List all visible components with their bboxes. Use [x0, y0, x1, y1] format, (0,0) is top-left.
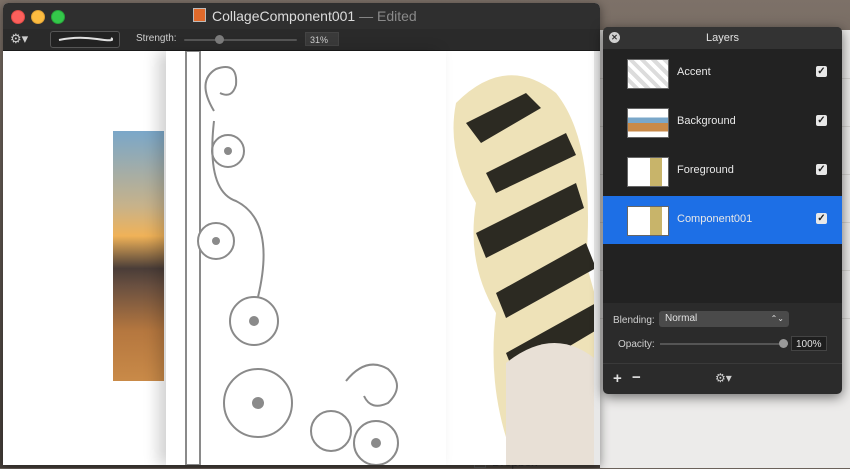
layer-thumbnail	[627, 108, 669, 138]
layer-label: Foreground	[677, 164, 734, 176]
gear-icon[interactable]: ⚙▾	[715, 371, 732, 385]
gear-icon[interactable]: ⚙▾	[10, 31, 28, 47]
chevron-updown-icon: ⌃⌄	[770, 314, 784, 323]
close-icon[interactable]: ✕	[609, 32, 620, 43]
brush-preset-button[interactable]	[50, 31, 120, 48]
layer-thumbnail	[627, 206, 669, 236]
opacity-label: Opacity:	[618, 339, 655, 350]
layer-row-foreground[interactable]: Foreground ✓	[603, 147, 842, 195]
remove-layer-button[interactable]: −	[632, 369, 641, 386]
opacity-slider[interactable]	[660, 343, 788, 345]
canvas-edge	[594, 51, 600, 465]
layer-thumbnail	[627, 157, 669, 187]
blending-label: Blending:	[613, 315, 655, 326]
desert-photo-left	[113, 131, 164, 381]
blending-mode-select[interactable]: Normal ⌃⌄	[659, 311, 789, 327]
layers-list: Accent ✓ Background ✓ Foreground ✓ Compo…	[603, 49, 842, 303]
visibility-checkbox[interactable]: ✓	[816, 164, 827, 175]
toolbar: ⚙▾ Strength: 31%	[3, 29, 600, 51]
layers-panel: Layers ✕ Accent ✓ Background ✓ Foregroun…	[603, 27, 842, 394]
minimize-window-button[interactable]	[31, 10, 45, 24]
floral-ornament-image	[185, 50, 399, 465]
window-title: CollageComponent001 — Edited	[193, 8, 417, 24]
layer-label: Component001	[677, 213, 753, 225]
document-icon	[193, 8, 206, 22]
brush-stroke-icon	[58, 36, 113, 42]
layer-label: Accent	[677, 66, 711, 78]
layer-label: Background	[677, 115, 736, 127]
layer-thumbnail	[627, 59, 669, 89]
title-bar[interactable]: CollageComponent001 — Edited	[3, 3, 600, 29]
layer-row-accent[interactable]: Accent ✓	[603, 49, 842, 97]
strength-slider-thumb[interactable]	[215, 35, 224, 44]
layer-row-background[interactable]: Background ✓	[603, 98, 842, 146]
opacity-value-field[interactable]: 100%	[791, 336, 827, 351]
strength-slider[interactable]	[184, 39, 297, 41]
scarf-image	[446, 63, 600, 465]
layers-panel-footer: + − ⚙▾	[603, 363, 842, 394]
strength-value-field[interactable]: 31%	[305, 32, 339, 46]
visibility-checkbox[interactable]: ✓	[816, 213, 827, 224]
layer-row-component001[interactable]: Component001 ✓	[603, 196, 842, 244]
opacity-slider-thumb[interactable]	[779, 339, 788, 348]
floral-border-layer	[166, 50, 446, 465]
close-window-button[interactable]	[11, 10, 25, 24]
add-layer-button[interactable]: +	[613, 370, 622, 387]
layers-panel-title: Layers	[603, 27, 842, 49]
strength-label: Strength:	[136, 33, 177, 44]
window-title-text: CollageComponent001	[212, 8, 356, 24]
collage-canvas[interactable]	[6, 50, 600, 465]
foreground-photo	[446, 63, 600, 465]
visibility-checkbox[interactable]: ✓	[816, 66, 827, 77]
visibility-checkbox[interactable]: ✓	[816, 115, 827, 126]
document-window: CollageComponent001 — Edited ⚙▾ Strength…	[3, 3, 600, 465]
zoom-window-button[interactable]	[51, 10, 65, 24]
blending-mode-value: Normal	[665, 313, 698, 324]
edited-status: — Edited	[359, 8, 417, 24]
